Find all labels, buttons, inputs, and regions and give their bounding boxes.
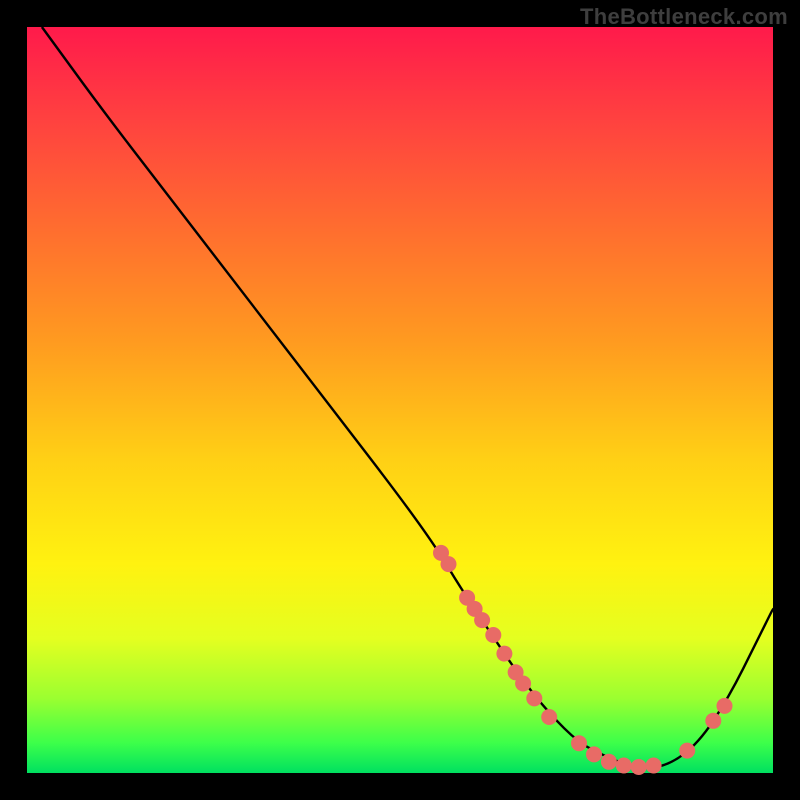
data-marker — [631, 759, 647, 775]
data-marker — [526, 690, 542, 706]
curve-line — [42, 27, 773, 768]
bottleneck-curve — [27, 27, 773, 773]
data-marker — [441, 556, 457, 572]
data-marker — [705, 713, 721, 729]
data-marker — [515, 676, 531, 692]
data-marker — [601, 754, 617, 770]
data-marker — [485, 627, 501, 643]
data-marker — [586, 746, 602, 762]
data-marker — [616, 758, 632, 774]
data-marker — [679, 743, 695, 759]
data-marker — [646, 758, 662, 774]
plot-area — [27, 27, 773, 773]
data-marker — [541, 709, 557, 725]
data-marker — [474, 612, 490, 628]
data-marker — [496, 646, 512, 662]
data-marker — [571, 735, 587, 751]
attribution-text: TheBottleneck.com — [580, 4, 788, 30]
data-marker — [717, 698, 733, 714]
data-markers — [433, 545, 733, 775]
chart-frame: TheBottleneck.com — [0, 0, 800, 800]
